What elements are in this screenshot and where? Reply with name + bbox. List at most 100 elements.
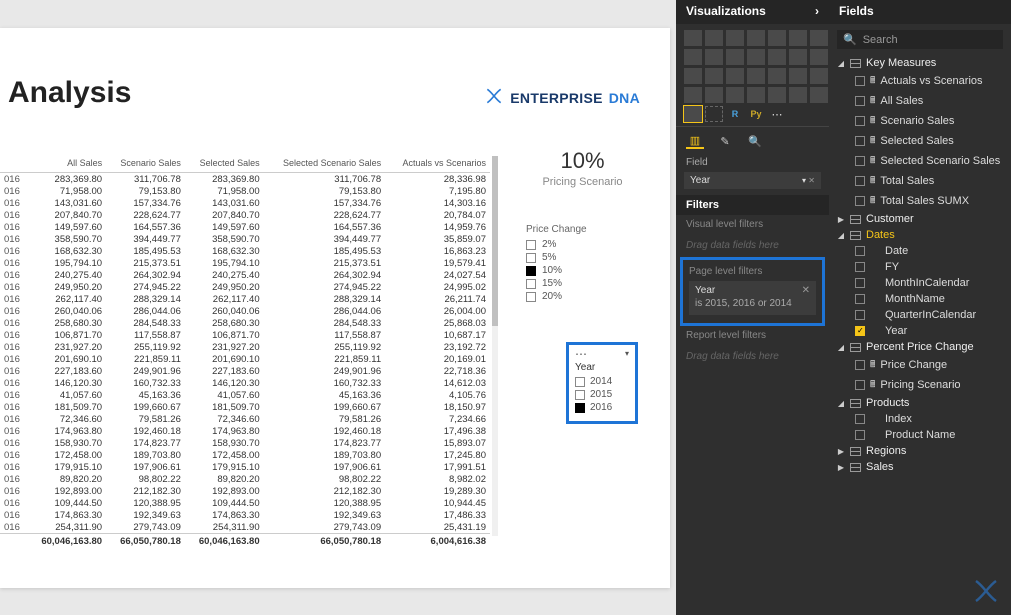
table-row[interactable]: 016262,117.40288,329.14262,117.40288,329… <box>0 293 490 305</box>
drag-fields-hint-2[interactable]: Drag data fields here <box>676 347 829 368</box>
table-row[interactable]: 016192,893.00212,182.30192,893.00212,182… <box>0 485 490 497</box>
slicer-more-icon[interactable]: ⋯ <box>575 350 587 358</box>
table-row[interactable]: 01671,958.0079,153.8071,958.0079,153.807… <box>0 185 490 197</box>
field-item[interactable]: FY <box>829 259 1011 275</box>
table-row[interactable]: 016174,863.30192,349.63174,863.30192,349… <box>0 509 490 521</box>
drag-fields-hint-1[interactable]: Drag data fields here <box>676 236 829 257</box>
field-item[interactable]: 🖩Actuals vs Scenarios <box>829 71 1011 91</box>
field-checkbox[interactable] <box>855 116 865 126</box>
field-item[interactable]: 🖩Selected Sales <box>829 131 1011 151</box>
checkbox-icon[interactable] <box>526 292 536 302</box>
field-checkbox[interactable] <box>855 380 865 390</box>
viz-type-button[interactable] <box>726 68 744 84</box>
table-row[interactable]: 016181,509.70199,660.67181,509.70199,660… <box>0 401 490 413</box>
field-item[interactable]: Year <box>829 323 1011 339</box>
field-group[interactable]: ▶Customer <box>829 211 1011 227</box>
field-item[interactable]: Product Name <box>829 427 1011 443</box>
table-row[interactable]: 016254,311.90279,743.09254,311.90279,743… <box>0 521 490 534</box>
table-row[interactable]: 016106,871.70117,558.87106,871.70117,558… <box>0 329 490 341</box>
checkbox-icon[interactable] <box>526 240 536 250</box>
viz-type-button[interactable] <box>810 30 828 46</box>
table-row[interactable]: 016168,632.30185,495.53168,632.30185,495… <box>0 245 490 257</box>
viz-type-button[interactable] <box>810 68 828 84</box>
field-checkbox[interactable] <box>855 136 865 146</box>
viz-type-button[interactable] <box>747 68 765 84</box>
table-row[interactable]: 016172,458.00189,703.80172,458.00189,703… <box>0 449 490 461</box>
checkbox-icon[interactable] <box>526 279 536 289</box>
price-change-option[interactable]: 5% <box>526 252 626 263</box>
report-page[interactable]: Analysis ENTERPRISE DNA All SalesScenari… <box>0 28 670 588</box>
table-row[interactable]: 016158,930.70174,823.77158,930.70174,823… <box>0 437 490 449</box>
year-option[interactable]: 2016 <box>575 402 629 413</box>
viz-type-button-slicer[interactable] <box>684 106 702 122</box>
table-row[interactable]: 016207,840.70228,624.77207,840.70228,624… <box>0 209 490 221</box>
viz-type-button[interactable] <box>789 49 807 65</box>
checkbox-icon[interactable] <box>526 253 536 263</box>
table-row[interactable]: 016231,927.20255,119.92231,927.20255,119… <box>0 341 490 353</box>
table-row[interactable]: 016283,369.80311,706.78283,369.80311,706… <box>0 173 490 186</box>
field-checkbox[interactable] <box>855 278 865 288</box>
table-row[interactable]: 016201,690.10221,859.11201,690.10221,859… <box>0 353 490 365</box>
analytics-tab-icon[interactable]: 🔍 <box>746 133 764 149</box>
field-checkbox[interactable] <box>855 96 865 106</box>
field-checkbox[interactable] <box>855 294 865 304</box>
viz-type-button[interactable] <box>705 68 723 84</box>
viz-type-button[interactable] <box>810 87 828 103</box>
page-filter-remove-icon[interactable]: ✕ <box>802 285 810 296</box>
table-row[interactable]: 016146,120.30160,732.33146,120.30160,732… <box>0 377 490 389</box>
field-checkbox[interactable] <box>855 246 865 256</box>
price-change-option[interactable]: 10% <box>526 265 626 276</box>
table-row[interactable]: 01672,346.6079,581.2672,346.6079,581.267… <box>0 413 490 425</box>
format-tab-icon[interactable]: ✎ <box>716 133 734 149</box>
viz-type-button[interactable] <box>768 68 786 84</box>
field-checkbox[interactable] <box>855 430 865 440</box>
field-item[interactable]: MonthInCalendar <box>829 275 1011 291</box>
price-change-option[interactable]: 20% <box>526 291 626 302</box>
viz-type-button[interactable] <box>705 49 723 65</box>
field-checkbox[interactable] <box>855 262 865 272</box>
table-row[interactable]: 016249,950.20274,945.22249,950.20274,945… <box>0 281 490 293</box>
viz-pane-title[interactable]: Visualizations › <box>676 0 829 24</box>
viz-type-button[interactable] <box>705 106 723 122</box>
field-item[interactable]: 🖩Total Sales <box>829 171 1011 191</box>
field-well-dropdown-icon[interactable]: ▾ ✕ <box>802 176 815 185</box>
price-change-option[interactable]: 2% <box>526 239 626 250</box>
field-item[interactable]: 🖩Scenario Sales <box>829 111 1011 131</box>
field-group[interactable]: ▶Sales <box>829 459 1011 475</box>
field-group[interactable]: ▶Regions <box>829 443 1011 459</box>
viz-type-button[interactable] <box>684 87 702 103</box>
fields-tab-icon[interactable]: ▥ <box>686 133 704 149</box>
year-option[interactable]: 2015 <box>575 389 629 400</box>
viz-type-button[interactable] <box>705 30 723 46</box>
field-item[interactable]: 🖩All Sales <box>829 91 1011 111</box>
table-row[interactable]: 016260,040.06286,044.06260,040.06286,044… <box>0 305 490 317</box>
field-item[interactable]: Date <box>829 243 1011 259</box>
field-checkbox[interactable] <box>855 360 865 370</box>
field-checkbox[interactable] <box>855 156 865 166</box>
viz-type-button[interactable]: ⋯ <box>768 106 786 122</box>
viz-type-r-icon[interactable]: R <box>726 106 744 122</box>
viz-type-button[interactable] <box>768 49 786 65</box>
field-checkbox[interactable] <box>855 76 865 86</box>
chevron-right-icon[interactable]: › <box>815 4 819 18</box>
viz-type-button[interactable] <box>747 87 765 103</box>
viz-type-button[interactable] <box>747 49 765 65</box>
table-row[interactable]: 016109,444.50120,388.95109,444.50120,388… <box>0 497 490 509</box>
year-option[interactable]: 2014 <box>575 376 629 387</box>
viz-type-button[interactable] <box>768 87 786 103</box>
viz-type-button[interactable] <box>684 68 702 84</box>
price-change-slicer[interactable]: Price Change 2%5%10%15%20% <box>526 224 626 304</box>
viz-type-button[interactable] <box>789 68 807 84</box>
checkbox-icon[interactable] <box>575 377 585 387</box>
table-row[interactable]: 016143,031.60157,334.76143,031.60157,334… <box>0 197 490 209</box>
field-well-year[interactable]: Year ▾ ✕ <box>684 172 821 189</box>
fields-pane-title[interactable]: Fields <box>829 0 1011 24</box>
data-table[interactable]: All SalesScenario SalesSelected SalesSel… <box>0 156 490 548</box>
checkbox-icon[interactable] <box>575 403 585 413</box>
table-row[interactable]: 016149,597.60164,557.36149,597.60164,557… <box>0 221 490 233</box>
viz-type-button[interactable] <box>684 30 702 46</box>
table-row[interactable]: 016195,794.10215,373.51195,794.10215,373… <box>0 257 490 269</box>
chevron-down-icon[interactable]: ▾ <box>625 349 629 358</box>
viz-type-button[interactable] <box>768 30 786 46</box>
viz-type-button[interactable] <box>726 49 744 65</box>
